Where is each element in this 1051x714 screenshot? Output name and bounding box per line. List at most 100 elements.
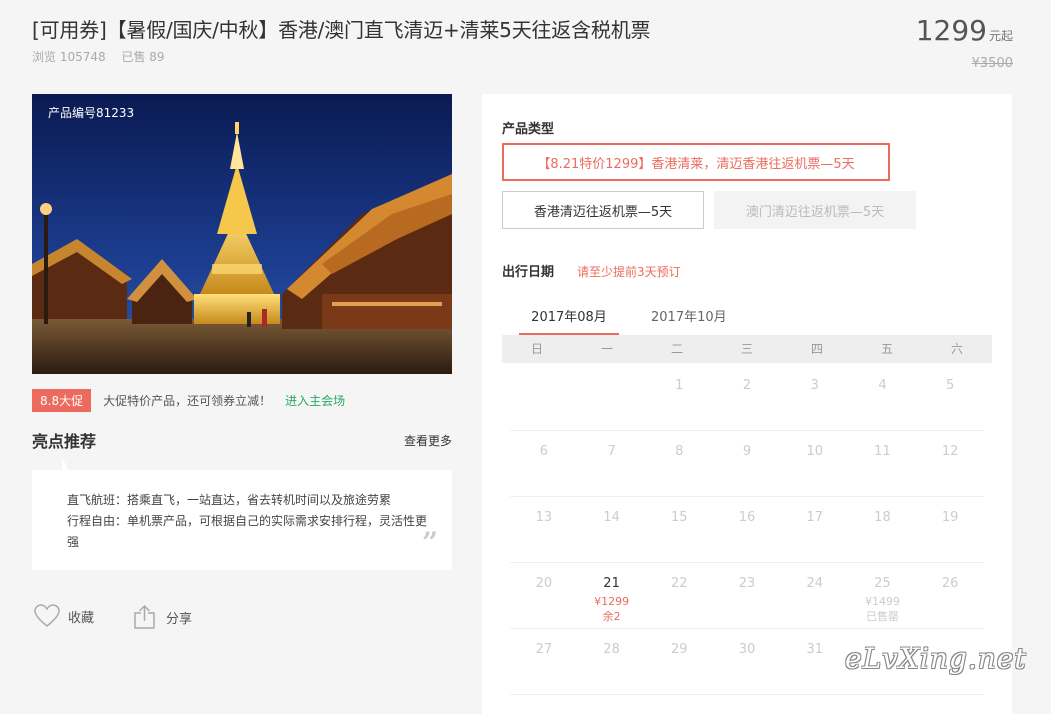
travel-date-label: 出行日期 xyxy=(502,265,555,280)
weekday-thu: 四 xyxy=(810,342,823,356)
day-number: 24 xyxy=(806,576,823,591)
day-number: 25 xyxy=(874,576,891,591)
calendar-day-12: 12 xyxy=(916,431,984,496)
calendar-day-23: 23 xyxy=(713,563,781,628)
day-number: 1 xyxy=(675,378,684,393)
day-number: 19 xyxy=(941,510,959,525)
day-price: ¥1499 xyxy=(864,595,900,608)
main-venue-link[interactable]: 进入主会场 xyxy=(285,392,345,409)
calendar-day-25: 25 ¥1499 已售罄 xyxy=(849,563,917,628)
calendar-day-27: 27 xyxy=(510,629,578,694)
price-unit: 元起 xyxy=(988,29,1013,43)
card-pointer xyxy=(62,457,69,471)
highlight-line-direct: 直飞航班：搭乘直飞，一站直达，省去转机时间以及旅途劳累 xyxy=(67,493,392,507)
weekday-mon: 一 xyxy=(600,342,613,356)
share-box-icon xyxy=(134,604,155,629)
calendar-day-31: 31 xyxy=(781,629,849,694)
calendar-day-11: 11 xyxy=(849,431,917,496)
calendar-day-26: 26 xyxy=(916,563,984,628)
heart-outline-icon xyxy=(34,604,60,627)
product-stats: 浏览 105748 已售 89 xyxy=(32,48,177,65)
day-number: 30 xyxy=(738,642,756,657)
calendar-empty-cell xyxy=(510,365,578,430)
day-number: 20 xyxy=(535,576,553,591)
promo-badge: 8.8大促 xyxy=(32,388,92,412)
day-number: 10 xyxy=(806,444,823,459)
price-block: 1299 元起 xyxy=(916,14,1013,47)
day-number: 13 xyxy=(535,510,553,525)
weekday-wed: 三 xyxy=(740,342,753,356)
original-price: ¥3500 xyxy=(971,56,1013,71)
calendar-week-row: 1 2 3 4 5 xyxy=(510,365,984,431)
day-number: 28 xyxy=(603,642,620,657)
calendar-week-row: 13 14 15 16 17 18 19 xyxy=(510,497,984,563)
day-number: 2 xyxy=(742,378,752,393)
calendar-day-30: 30 xyxy=(713,629,781,694)
day-number: 18 xyxy=(874,510,891,525)
calendar-day-18: 18 xyxy=(849,497,917,562)
day-price: ¥1299 xyxy=(594,595,630,608)
day-number: 26 xyxy=(941,576,959,591)
product-hero-image xyxy=(32,94,452,374)
calendar-empty-cell xyxy=(578,365,646,430)
calendar-day-4: 4 xyxy=(849,365,917,430)
calendar-day-28: 28 xyxy=(578,629,646,694)
calendar-day-6: 6 xyxy=(510,431,578,496)
calendar-day-13: 13 xyxy=(510,497,578,562)
highlights-text: 直飞航班：搭乘直飞，一站直达，省去转机时间以及旅途劳累 行程自由：单机票产品，可… xyxy=(67,490,427,553)
calendar-day-16: 16 xyxy=(713,497,781,562)
weekday-header: 日 一 二 三 四 五 六 xyxy=(502,335,992,363)
favorite-button[interactable]: 收藏 xyxy=(34,604,94,628)
day-stock: 余2 xyxy=(602,610,621,623)
product-option-hongkong[interactable]: 香港清迈往返机票—5天 xyxy=(502,191,704,229)
day-number: 31 xyxy=(806,642,823,657)
booking-notice: 请至少提前3天预订 xyxy=(577,265,681,279)
day-number: 7 xyxy=(607,444,616,459)
day-number: 11 xyxy=(874,444,891,459)
site-watermark: eLvXing.net xyxy=(845,642,1027,675)
month-tab-august[interactable]: 2017年08月 xyxy=(519,306,619,336)
current-price: 1299 xyxy=(915,14,987,47)
sold-count: 已售 89 xyxy=(121,50,165,64)
calendar-week-row: 6 7 8 9 10 11 12 xyxy=(510,431,984,497)
calendar-day-1: 1 xyxy=(645,365,713,430)
day-number: 29 xyxy=(671,642,688,657)
view-count: 浏览 105748 xyxy=(32,50,106,64)
day-number: 27 xyxy=(535,642,553,657)
day-stock: 已售罄 xyxy=(865,610,899,623)
product-id-label: 产品编号81233 xyxy=(48,106,135,120)
promo-bar: 8.8大促 大促特价产品，还可领券立减！ 进入主会场 xyxy=(32,388,345,412)
calendar-day-10: 10 xyxy=(781,431,849,496)
weekday-tue: 二 xyxy=(670,342,683,356)
product-option-special[interactable]: 【8.21特价1299】香港清莱，清迈香港往返机票—5天 xyxy=(502,143,890,181)
day-number: 4 xyxy=(878,378,887,393)
day-number: 15 xyxy=(671,510,688,525)
share-button[interactable]: 分享 xyxy=(132,604,192,630)
product-option-macau[interactable]: 澳门清迈往返机票—5天 xyxy=(714,191,916,229)
calendar-day-19: 19 xyxy=(916,497,984,562)
day-number: 21 xyxy=(603,576,620,591)
calendar-day-21[interactable]: 21 ¥1299 余2 xyxy=(578,563,646,628)
day-number: 14 xyxy=(603,510,620,525)
calendar-day-22: 22 xyxy=(645,563,713,628)
day-number: 16 xyxy=(738,510,756,525)
highlights-heading: 亮点推荐 xyxy=(32,432,97,451)
day-number: 22 xyxy=(671,576,688,591)
day-number: 3 xyxy=(810,378,819,393)
product-type-label: 产品类型 xyxy=(502,122,555,137)
product-title: [可用券]【暑假/国庆/中秋】香港/澳门直飞清迈+清莱5天往返含税机票 xyxy=(32,18,651,42)
day-number: 8 xyxy=(675,444,684,459)
day-number: 12 xyxy=(941,444,959,459)
share-label: 分享 xyxy=(166,611,193,627)
calendar-day-20: 20 xyxy=(510,563,578,628)
calendar-day-29: 29 xyxy=(645,629,713,694)
quote-mark-icon: ” xyxy=(422,526,439,559)
calendar-day-24: 24 xyxy=(781,563,849,628)
calendar-day-3: 3 xyxy=(781,365,849,430)
calendar-day-17: 17 xyxy=(781,497,849,562)
calendar-day-9: 9 xyxy=(713,431,781,496)
see-more-link[interactable]: 查看更多 xyxy=(404,432,452,449)
day-number: 5 xyxy=(946,378,955,393)
month-tab-october[interactable]: 2017年10月 xyxy=(651,306,727,325)
favorite-label: 收藏 xyxy=(68,610,95,626)
